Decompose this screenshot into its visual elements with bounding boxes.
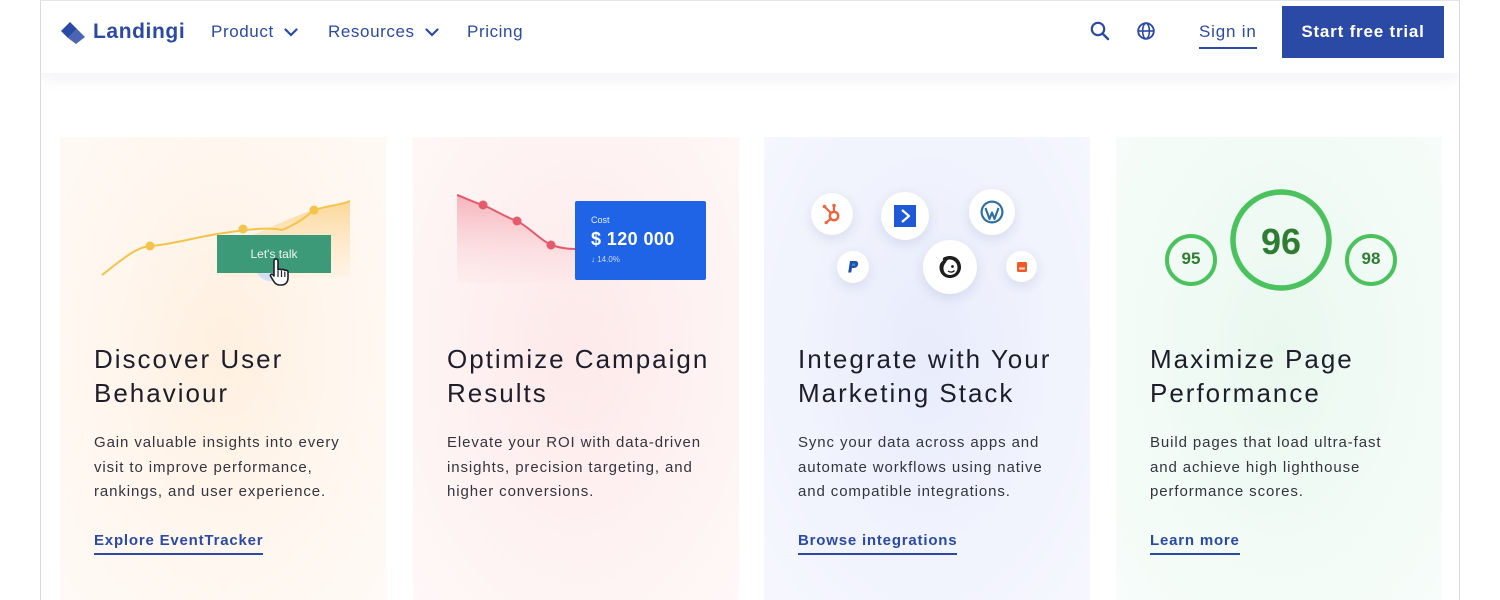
hand-pointer-icon [269, 258, 289, 286]
card-title: Integrate with Your Marketing Stack [798, 342, 1088, 410]
brand-name: Landingi [93, 20, 186, 43]
card-description: Gain valuable insights into every visit … [94, 431, 364, 505]
nav-pricing-label: Pricing [467, 22, 524, 41]
card-title-line: Integrate with Your [798, 344, 1052, 374]
wordpress-icon [980, 200, 1004, 224]
card-description-line: performance scores. [1150, 483, 1304, 500]
feature-card-user-behaviour: Let's talk Discover User Behaviour Gain … [60, 137, 386, 600]
card-description-line: visit to improve performance, [94, 458, 313, 476]
mailchimp-bubble [923, 240, 977, 294]
mailchimp-icon [939, 256, 961, 278]
card-description-line: automate workflows using native [798, 458, 1043, 476]
wordpress-bubble [969, 189, 1015, 235]
feature-card-campaign-results: Cost $ 120 000 ↓ 14.0% Optimize Campaign… [413, 137, 739, 600]
card-title-line: Marketing Stack [798, 378, 1015, 408]
cost-change: ↓ 14.0% [591, 255, 620, 264]
nav-resources[interactable]: Resources [328, 22, 439, 42]
explore-eventtracker-link[interactable]: Explore EventTracker [94, 532, 264, 555]
start-free-trial-button[interactable]: Start free trial [1282, 6, 1444, 58]
learn-more-link[interactable]: Learn more [1150, 532, 1240, 555]
nav-product-label: Product [211, 22, 274, 41]
card-description-line: Sync your data across apps and [798, 434, 1040, 451]
app-bubble [1006, 251, 1037, 282]
hubspot-bubble [811, 193, 853, 235]
card-title: Optimize Campaign Results [447, 342, 737, 410]
logo[interactable]: Landingi [59, 18, 185, 46]
card-description-line: and compatible integrations. [798, 483, 1011, 500]
chevron-down-icon [425, 27, 439, 37]
lighthouse-score-main: 96 [1260, 221, 1302, 262]
card-description: Sync your data across apps and automate … [798, 431, 1068, 505]
card-title: Maximize Page Performance [1150, 342, 1440, 410]
cost-label: Cost [591, 215, 610, 225]
chevron-down-icon [284, 27, 298, 37]
card-description-line: and achieve high lighthouse [1150, 458, 1361, 476]
cost-value: $ 120 000 [591, 229, 675, 249]
top-navigation: Landingi Product Resources Pricing Sign [41, 1, 1459, 73]
card-title-line: Performance [1150, 378, 1321, 408]
lighthouse-score-small-left: 95 [1181, 249, 1201, 268]
nav-product[interactable]: Product [211, 22, 298, 42]
lighthouse-score-small-right: 98 [1361, 249, 1381, 268]
feature-card-marketing-stack: Integrate with Your Marketing Stack Sync… [764, 137, 1090, 600]
card-description: Build pages that load ultra-fast and ach… [1150, 431, 1420, 505]
search-icon[interactable] [1089, 20, 1111, 42]
card-title-line: Optimize Campaign [447, 344, 710, 374]
cost-summary-tile: Cost $ 120 000 ↓ 14.0% [575, 201, 706, 280]
nav-resources-label: Resources [328, 22, 415, 41]
browse-integrations-link[interactable]: Browse integrations [798, 532, 958, 555]
sign-in-link[interactable]: Sign in [1199, 22, 1257, 49]
card-description-line: Gain valuable insights into every [94, 434, 340, 451]
card-title-line: Behaviour [94, 378, 230, 408]
card-description-line: Build pages that load ultra-fast [1150, 434, 1382, 451]
activecampaign-icon [894, 205, 916, 227]
landingi-logo-icon [61, 22, 85, 44]
engagement-chart-illustration [101, 200, 351, 281]
nav-pricing[interactable]: Pricing [467, 22, 523, 42]
feature-card-page-performance: 95 96 98 Maximize Page Performance Build… [1116, 137, 1442, 600]
paypal-icon [848, 261, 859, 273]
card-title-line: Results [447, 378, 548, 408]
card-title: Discover User Behaviour [94, 342, 384, 410]
globe-icon[interactable] [1135, 20, 1157, 42]
card-description: Elevate your ROI with data-driven insigh… [447, 431, 717, 505]
card-description-line: insights, precision targeting, and [447, 458, 693, 476]
card-title-line: Maximize Page [1150, 344, 1354, 374]
app-icon [1016, 261, 1027, 272]
card-description-line: rankings, and user experience. [94, 483, 327, 500]
card-description-line: Elevate your ROI with data-driven [447, 434, 701, 451]
card-title-line: Discover User [94, 344, 284, 374]
activecampaign-bubble [881, 192, 929, 240]
page-frame: Landingi Product Resources Pricing Sign [40, 0, 1460, 600]
paypal-bubble [837, 251, 869, 283]
card-description-line: higher conversions. [447, 483, 595, 500]
hubspot-icon [822, 203, 840, 225]
